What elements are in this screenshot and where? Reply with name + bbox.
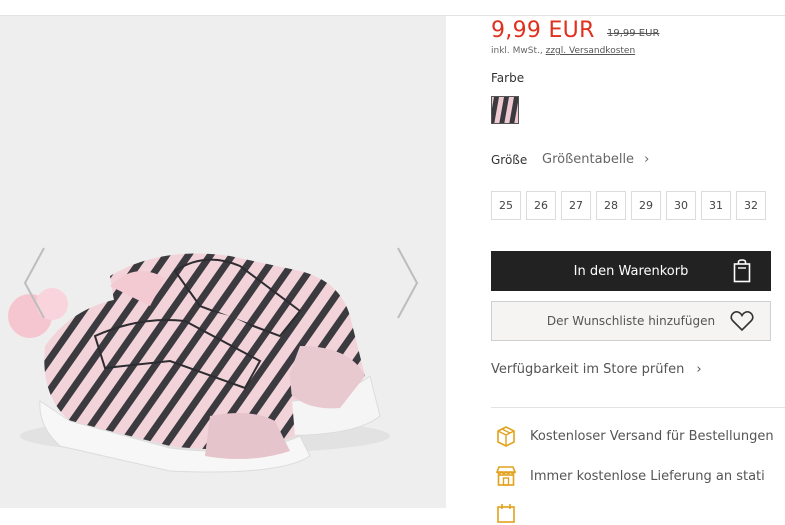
benefit-partial — [495, 503, 517, 525]
tax-text: inkl. MwSt., — [491, 46, 543, 56]
size-options: 25 26 27 28 29 30 31 32 — [491, 191, 766, 220]
chevron-right-icon: › — [696, 362, 702, 377]
size-option[interactable]: 26 — [526, 191, 556, 220]
product-image — [8, 253, 390, 473]
calendar-icon — [497, 504, 515, 523]
size-option[interactable]: 27 — [561, 191, 591, 220]
zebra-pattern-icon — [492, 97, 518, 123]
chevron-left-icon[interactable] — [22, 246, 48, 320]
size-guide-link[interactable]: Größentabelle › — [542, 152, 649, 167]
benefit-store-delivery: Immer kostenlose Lieferung an stati — [495, 465, 765, 487]
store-availability-link[interactable]: Verfügbarkeit im Store prüfen › — [491, 362, 702, 377]
old-price: 19,99 EUR — [607, 28, 660, 39]
price: 9,99 EUR — [491, 18, 595, 43]
size-option[interactable]: 25 — [491, 191, 521, 220]
size-option[interactable]: 29 — [631, 191, 661, 220]
color-swatch-zebra[interactable] — [491, 96, 519, 124]
size-option[interactable]: 31 — [701, 191, 731, 220]
add-to-cart-label: In den Warenkorb — [573, 263, 689, 279]
delivery-box-icon — [497, 426, 515, 447]
chevron-right-icon[interactable] — [394, 246, 420, 320]
size-option[interactable]: 32 — [736, 191, 766, 220]
benefit-text: Kostenloser Versand für Bestellungen — [530, 428, 774, 444]
size-option[interactable]: 30 — [666, 191, 696, 220]
size-option[interactable]: 28 — [596, 191, 626, 220]
section-divider — [491, 407, 785, 408]
benefit-free-shipping: Kostenloser Versand für Bestellungen — [495, 425, 774, 447]
shipping-costs-link[interactable]: zzgl. Versandkosten — [546, 46, 636, 56]
add-to-wishlist-button[interactable]: Der Wunschliste hinzufügen — [491, 301, 771, 341]
color-label: Farbe — [491, 71, 525, 85]
add-to-wishlist-label: Der Wunschliste hinzufügen — [546, 314, 716, 328]
size-guide-label: Größentabelle — [542, 152, 635, 167]
add-to-cart-button[interactable]: In den Warenkorb — [491, 251, 771, 291]
chevron-right-icon: › — [644, 152, 650, 167]
tax-info: inkl. MwSt., zzgl. Versandkosten — [491, 46, 635, 56]
store-availability-label: Verfügbarkeit im Store prüfen — [491, 362, 685, 377]
size-label: Größe — [491, 153, 528, 167]
benefit-text: Immer kostenlose Lieferung an stati — [530, 468, 765, 484]
heart-icon — [730, 310, 754, 332]
store-icon — [495, 466, 517, 486]
product-details-panel: 9,99 EUR 19,99 EUR inkl. MwSt., zzgl. Ve… — [491, 0, 785, 523]
product-image-gallery[interactable] — [0, 16, 446, 508]
shopping-bag-icon — [733, 259, 751, 283]
